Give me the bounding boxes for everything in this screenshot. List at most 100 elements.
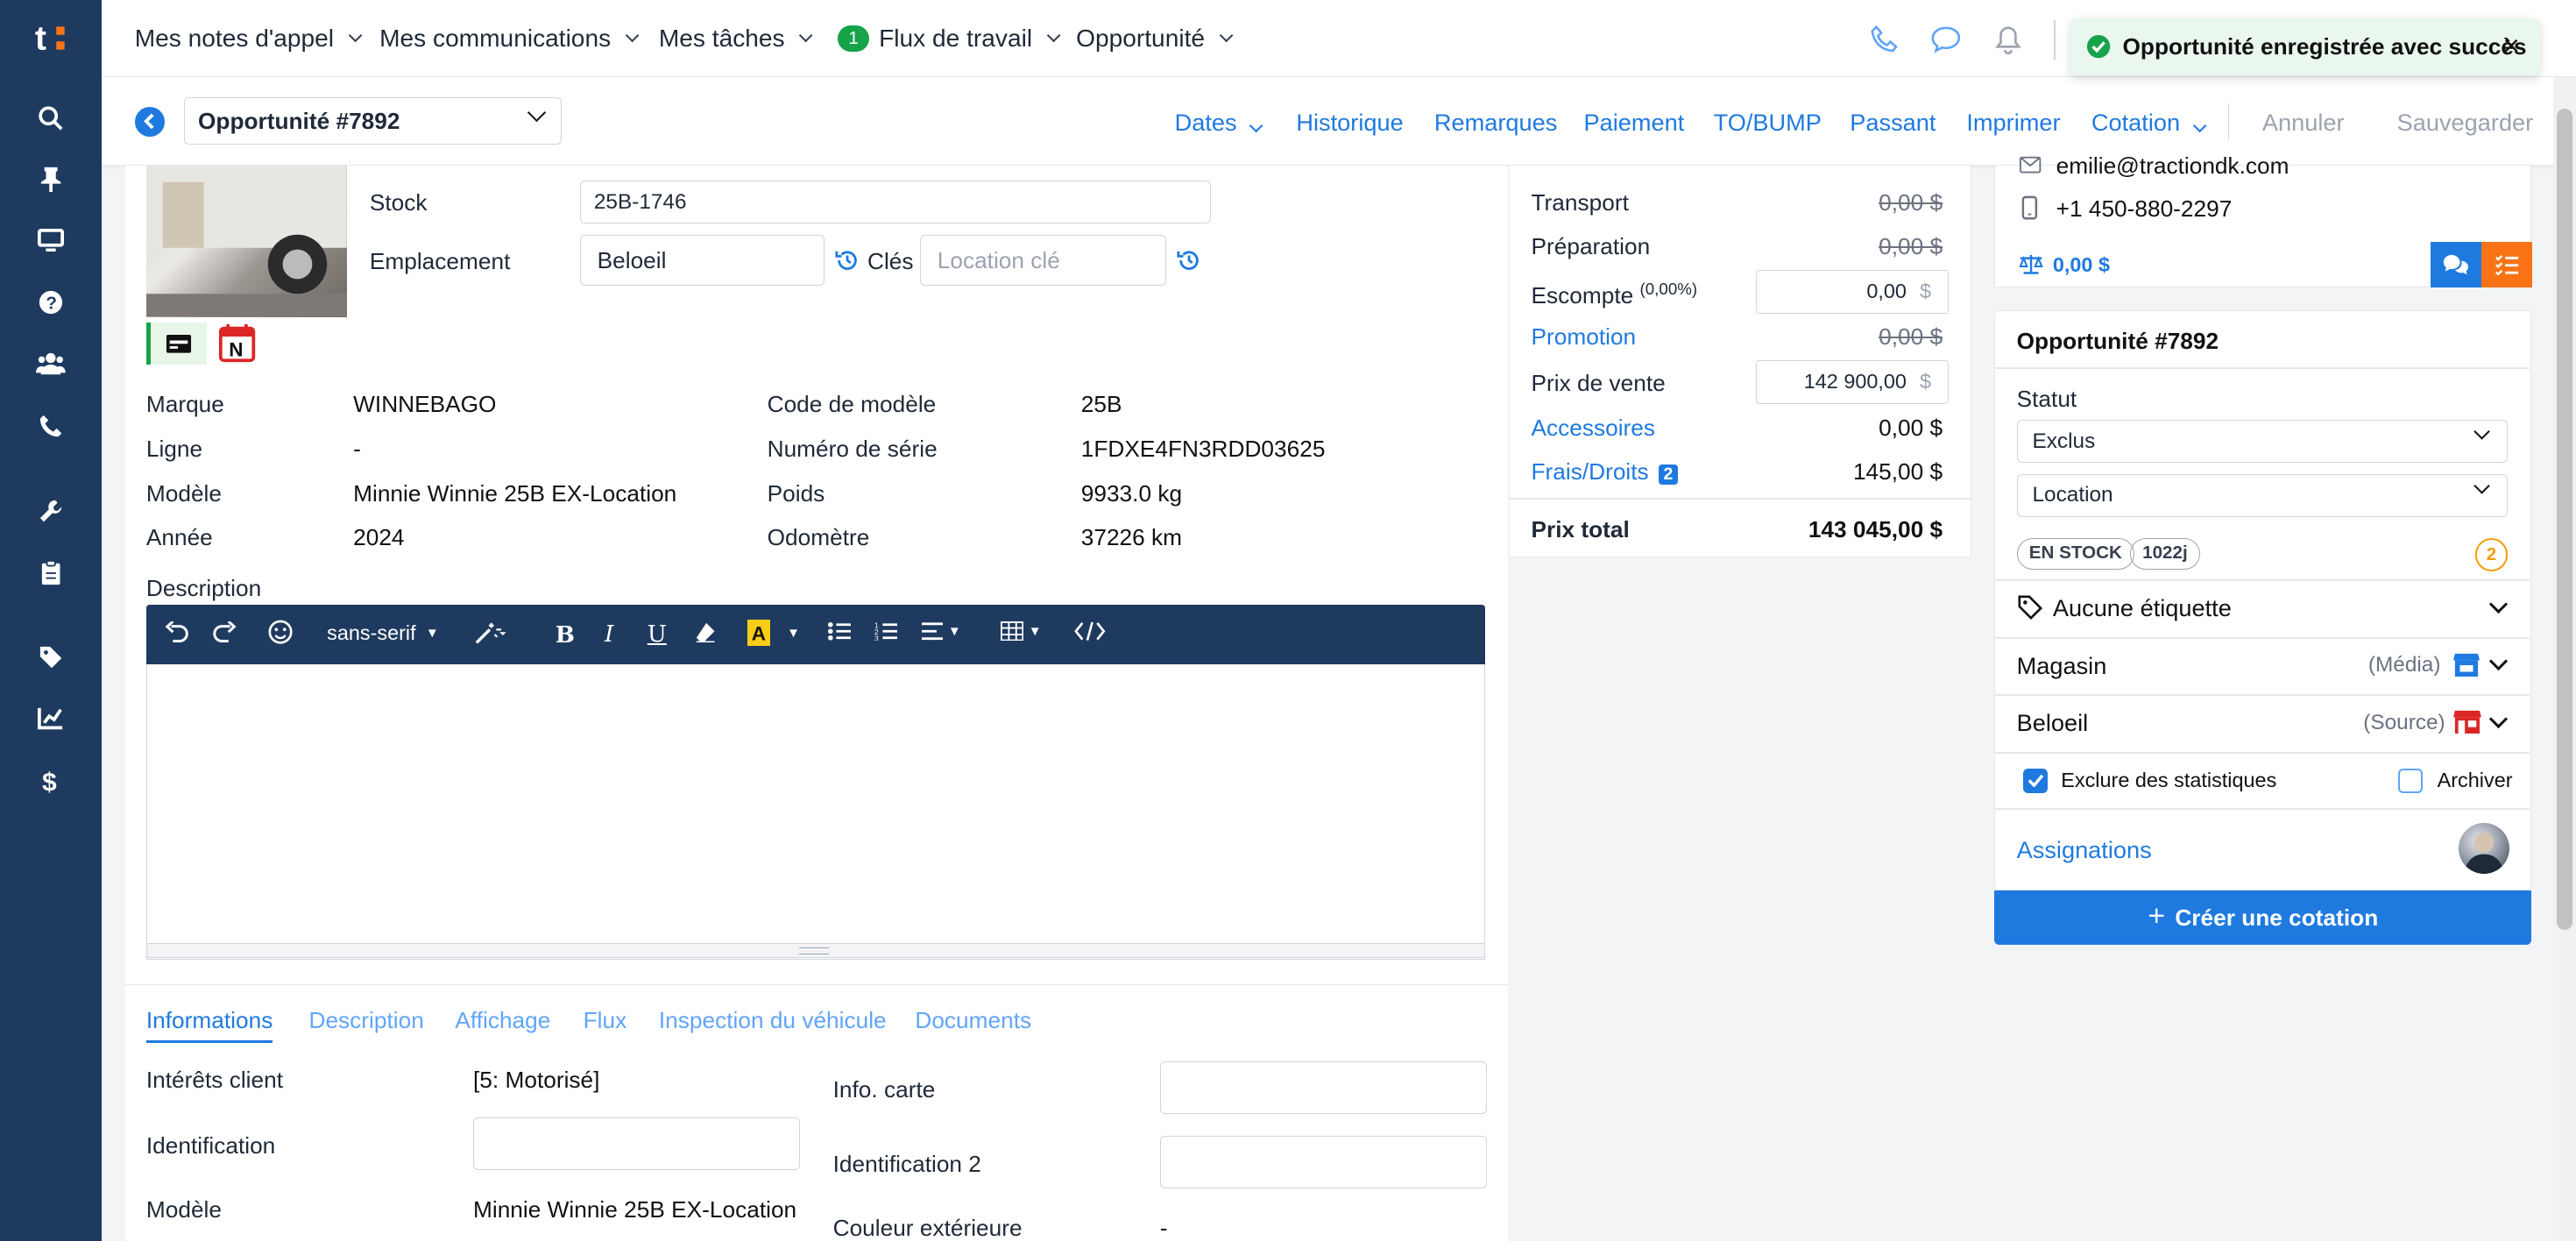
chart-line-icon[interactable] <box>33 700 69 736</box>
history-icon[interactable] <box>1176 248 1201 279</box>
clipboard-icon[interactable] <box>33 556 69 592</box>
spec-value-modele: Minnie Winnie 25B EX-Location <box>353 479 677 507</box>
tab-inspection[interactable]: Inspection du véhicule <box>659 1007 887 1034</box>
align-dropdown-icon[interactable]: ▼ <box>921 621 961 642</box>
menu-flux-travail[interactable]: 1 Flux de travail <box>838 25 1061 53</box>
back-button[interactable] <box>134 106 165 137</box>
numbered-list-icon[interactable]: 123 <box>874 621 897 641</box>
italic-icon[interactable]: I <box>605 621 613 648</box>
calendar-n-icon[interactable]: N <box>218 323 256 363</box>
contact-phone[interactable]: +1 450-880-2297 <box>2056 195 2233 223</box>
cotation-dropdown[interactable]: Cotation <box>2091 108 2207 137</box>
accessoires-link[interactable]: Accessoires <box>1532 415 1656 442</box>
escompte-input[interactable]: 0,00 $ <box>1756 269 1949 315</box>
annuler-button[interactable]: Annuler <box>2262 109 2345 137</box>
undo-icon[interactable] <box>165 620 189 642</box>
contact-email[interactable]: emilie@tractiondk.com <box>2056 152 2289 180</box>
identification2-input[interactable] <box>1159 1135 1487 1188</box>
underline-icon[interactable]: U <box>648 621 667 648</box>
info-carte-input[interactable] <box>1159 1061 1487 1115</box>
highlight-color-icon[interactable]: A <box>747 619 771 646</box>
dates-dropdown[interactable]: Dates <box>1175 109 1264 137</box>
location-cle-input[interactable]: Location clé <box>920 235 1167 287</box>
magic-wand-icon[interactable] <box>475 621 508 644</box>
search-icon[interactable] <box>33 100 69 136</box>
bell-icon[interactable] <box>1994 25 2022 60</box>
type-select[interactable]: Location <box>2016 474 2509 517</box>
editor-resize-handle[interactable] <box>145 943 1485 959</box>
chevron-left-icon <box>144 113 154 130</box>
assignations-link[interactable]: Assignations <box>2017 836 2152 864</box>
frais-link[interactable]: Frais/Droits 2 <box>1532 458 1678 486</box>
exclure-checkbox[interactable] <box>2023 768 2049 793</box>
total-divider <box>1510 498 1971 500</box>
vehicle-photo[interactable] <box>145 166 347 317</box>
scrollbar-thumb[interactable] <box>2556 108 2573 931</box>
contact-balance[interactable]: 0,00 $ <box>2053 253 2110 277</box>
escompte-label: Escompte (0,00%) <box>1532 280 1698 309</box>
to-bump-link[interactable]: TO/BUMP <box>1714 109 1822 137</box>
phone-call-icon[interactable] <box>1870 25 1900 60</box>
chevron-down-icon[interactable] <box>2488 652 2508 671</box>
monitor-icon[interactable] <box>33 222 69 258</box>
opportunity-select[interactable]: Opportunité #7892 <box>184 96 563 145</box>
chevron-down-icon[interactable] <box>2488 709 2508 728</box>
tab-flux[interactable]: Flux <box>584 1007 627 1034</box>
etiquette-value[interactable]: Aucune étiquette <box>2053 594 2232 622</box>
menu-taches[interactable]: Mes tâches <box>659 25 813 53</box>
tab-informations[interactable]: Informations <box>145 1007 273 1043</box>
eraser-icon[interactable] <box>695 621 716 643</box>
count-badge[interactable]: 2 <box>2474 538 2509 571</box>
tab-affichage[interactable]: Affichage <box>455 1007 550 1034</box>
historique-link[interactable]: Historique <box>1296 109 1403 137</box>
remarques-link[interactable]: Remarques <box>1434 109 1557 137</box>
users-icon[interactable] <box>33 345 69 381</box>
chat-bubble-icon[interactable] <box>1930 25 1962 60</box>
tab-description[interactable]: Description <box>309 1007 424 1034</box>
menu-communications[interactable]: Mes communications <box>379 25 640 53</box>
table-icon[interactable]: ▼ <box>1000 620 1042 642</box>
paiement-link[interactable]: Paiement <box>1584 109 1685 137</box>
identification-input[interactable] <box>473 1117 801 1170</box>
promotion-link[interactable]: Promotion <box>1532 323 1637 351</box>
spec-label-code-modele: Code de modèle <box>767 391 937 418</box>
bold-icon[interactable]: B <box>556 621 575 649</box>
help-icon[interactable]: ? <box>33 284 69 320</box>
archiver-checkbox[interactable] <box>2397 768 2423 793</box>
sauvegarder-button[interactable]: Sauvegarder <box>2397 109 2534 137</box>
svg-text:$: $ <box>42 768 57 794</box>
tab-documents[interactable]: Documents <box>915 1007 1031 1034</box>
font-family-dropdown[interactable]: sans-serif ▼ <box>327 621 439 645</box>
menu-opportunite[interactable]: Opportunité <box>1076 25 1234 53</box>
caret-down-icon[interactable]: ▼ <box>787 626 800 641</box>
prix-vente-input[interactable]: 142 900,00 $ <box>1756 359 1949 405</box>
menu-notes-appel[interactable]: Mes notes d'appel <box>135 25 363 53</box>
emplacement-input[interactable]: Beloeil <box>579 235 825 287</box>
modele-info-label: Modèle <box>145 1196 222 1223</box>
pin-icon[interactable] <box>33 161 69 197</box>
vehicle-card-icon[interactable] <box>145 322 208 365</box>
conversations-button[interactable] <box>2431 241 2482 288</box>
toolbar-divider <box>2053 19 2056 60</box>
cotation-label: Cotation <box>2091 108 2181 136</box>
stock-input[interactable]: 25B-1746 <box>579 181 1211 223</box>
avatar[interactable] <box>2459 822 2510 874</box>
dollar-icon[interactable]: $ <box>33 762 69 798</box>
tag-icon[interactable] <box>33 639 69 675</box>
chevron-down-icon[interactable] <box>2488 594 2508 613</box>
redo-icon[interactable] <box>212 620 237 642</box>
imprimer-link[interactable]: Imprimer <box>1966 109 2060 137</box>
passant-link[interactable]: Passant <box>1850 109 1936 137</box>
wrench-icon[interactable] <box>33 493 69 529</box>
create-cotation-button[interactable]: + Créer une cotation <box>1994 890 2532 946</box>
emoji-icon[interactable] <box>268 620 293 644</box>
tasks-button[interactable] <box>2481 241 2533 288</box>
phone-icon[interactable] <box>33 408 69 443</box>
app-logo[interactable]: t <box>33 18 73 58</box>
code-view-icon[interactable] <box>1074 621 1106 642</box>
history-icon[interactable] <box>834 248 860 279</box>
close-icon[interactable]: ✕ <box>2502 33 2520 60</box>
description-editor[interactable] <box>145 663 1485 960</box>
bullet-list-icon[interactable] <box>828 621 852 642</box>
statut-select[interactable]: Exclus <box>2016 420 2509 463</box>
